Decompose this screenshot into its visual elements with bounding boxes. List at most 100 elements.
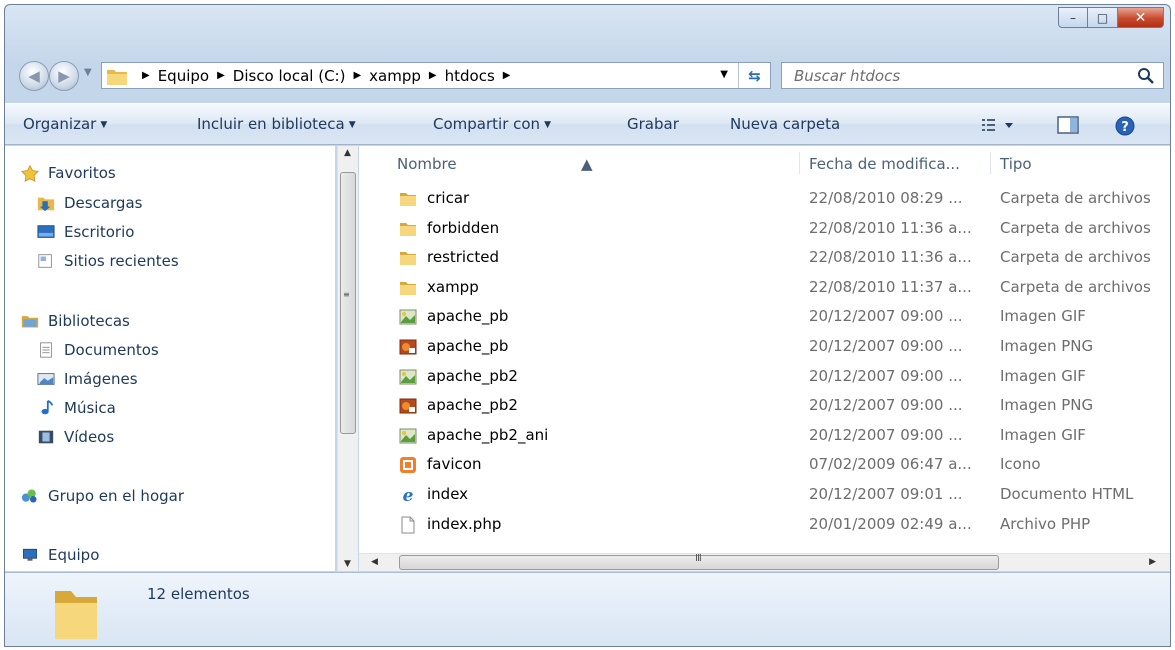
column-header-date[interactable]: Fecha de modifica... bbox=[809, 155, 960, 173]
command-bar: Organizar ▼ Incluir en biblioteca ▼ Compar… bbox=[5, 103, 1170, 145]
back-button[interactable]: ◀ bbox=[19, 61, 49, 91]
folder-icon bbox=[399, 249, 417, 267]
scroll-up-icon[interactable]: ▲ bbox=[344, 148, 351, 158]
file-row[interactable]: cricar 22/08/2010 08:29 ... Carpeta de arc… bbox=[359, 184, 1170, 213]
crumb-equipo[interactable]: Equipo bbox=[158, 67, 209, 85]
scroll-left-icon[interactable]: ◀ bbox=[371, 557, 378, 567]
folder-icon bbox=[55, 591, 97, 639]
nav-equipo[interactable]: Equipo bbox=[21, 546, 99, 564]
nav-label: Música bbox=[64, 399, 116, 417]
caption-buttons: – □ ✕ bbox=[1058, 7, 1164, 28]
scroll-down-icon[interactable]: ▼ bbox=[344, 559, 351, 569]
help-icon[interactable]: ? bbox=[1115, 116, 1135, 136]
file-row[interactable]: index.php 20/01/2009 02:49 a... Archivo PH… bbox=[359, 510, 1170, 539]
file-date: 07/02/2009 06:47 a... bbox=[809, 455, 972, 474]
file-row[interactable]: apache_pb 20/12/2007 09:00 ... Imagen GIF bbox=[359, 302, 1170, 331]
horizontal-scrollbar[interactable]: ◀ III ▶ bbox=[359, 553, 1170, 571]
nav-vertical-scrollbar[interactable]: ▲ ≡ ▼ bbox=[337, 146, 358, 571]
nav-label: Documentos bbox=[64, 341, 159, 359]
file-type: Icono bbox=[1000, 455, 1041, 474]
file-row[interactable]: apache_pb 20/12/2007 09:00 ... Imagen PNG bbox=[359, 332, 1170, 361]
address-dropdown-icon[interactable]: ▼ bbox=[720, 69, 728, 80]
nav-favoritos[interactable]: Favoritos bbox=[21, 164, 116, 182]
nav-musica[interactable]: Música bbox=[37, 399, 116, 417]
nav-escritorio[interactable]: Escritorio bbox=[37, 223, 134, 241]
recent-pages-dropdown[interactable]: ▼ bbox=[84, 67, 92, 78]
pictures-icon bbox=[37, 373, 55, 385]
file-type: Archivo PHP bbox=[1000, 514, 1091, 533]
forward-button[interactable]: ▶ bbox=[49, 61, 79, 91]
nav-label: Sitios recientes bbox=[64, 252, 179, 270]
new-folder-button[interactable]: Nueva carpeta bbox=[730, 115, 840, 133]
file-row[interactable]: restricted 22/08/2010 11:36 a... Carpeta d… bbox=[359, 243, 1170, 272]
scroll-thumb[interactable] bbox=[340, 172, 356, 434]
crumb-htdocs[interactable]: htdocs bbox=[445, 67, 495, 85]
crumb-xampp[interactable]: xampp bbox=[369, 67, 421, 85]
nav-label: Favoritos bbox=[48, 164, 116, 182]
file-name: apache_pb2_ani bbox=[427, 425, 549, 444]
column-header-type[interactable]: Tipo bbox=[1000, 155, 1032, 173]
file-type: Documento HTML bbox=[1000, 485, 1134, 503]
file-row[interactable]: apache_pb2 20/12/2007 09:00 ... Imagen PNG bbox=[359, 391, 1170, 420]
nav-grupo-hogar[interactable]: Grupo en el hogar bbox=[21, 487, 184, 505]
file-row[interactable]: apache_pb2 20/12/2007 09:00 ... Imagen GIF bbox=[359, 362, 1170, 391]
sort-ascending-icon: ▲ bbox=[581, 155, 593, 173]
file-name: apache_pb2 bbox=[427, 396, 518, 415]
nav-videos[interactable]: Vídeos bbox=[37, 428, 114, 446]
search-icon[interactable] bbox=[1137, 67, 1155, 85]
burn-button[interactable]: Grabar bbox=[627, 115, 679, 133]
scroll-right-icon[interactable]: ▶ bbox=[1149, 557, 1156, 567]
file-date: 20/12/2007 09:00 ... bbox=[809, 425, 963, 444]
file-row[interactable]: forbidden 22/08/2010 11:36 a... Carpeta de… bbox=[359, 214, 1170, 243]
include-library-button[interactable]: Incluir en biblioteca ▼ bbox=[197, 115, 356, 133]
file-date: 20/12/2007 09:00 ... bbox=[809, 366, 963, 385]
file-name: restricted bbox=[427, 248, 499, 267]
music-icon bbox=[41, 399, 54, 415]
nav-label: Bibliotecas bbox=[48, 312, 130, 330]
minimize-button[interactable]: – bbox=[1058, 7, 1088, 28]
file-type: Carpeta de archivos bbox=[1000, 248, 1151, 267]
file-name: cricar bbox=[427, 189, 470, 207]
search-input[interactable] bbox=[794, 66, 1114, 85]
svg-text:?: ? bbox=[1121, 120, 1129, 135]
nav-descargas[interactable]: Descargas bbox=[37, 194, 142, 212]
file-type: Imagen GIF bbox=[1000, 425, 1086, 444]
homegroup-icon bbox=[21, 489, 37, 503]
nav-sitios-recientes[interactable]: Sitios recientes bbox=[37, 252, 179, 270]
file-date: 22/08/2010 08:29 ... bbox=[809, 189, 963, 207]
column-header-name[interactable]: Nombre bbox=[397, 155, 457, 173]
search-box bbox=[781, 62, 1164, 89]
file-date: 20/12/2007 09:01 ... bbox=[809, 485, 963, 503]
file-date: 22/08/2010 11:37 a... bbox=[809, 277, 972, 296]
star-icon bbox=[21, 164, 39, 182]
svg-text:e: e bbox=[403, 486, 414, 504]
view-options-icon[interactable] bbox=[981, 116, 1017, 134]
file-row[interactable]: xampp 22/08/2010 11:37 a... Carpeta de arc… bbox=[359, 273, 1170, 302]
horizontal-scroll-thumb[interactable]: III bbox=[399, 553, 999, 570]
crumb-disco-local[interactable]: Disco local (C:) bbox=[233, 67, 346, 85]
refresh-button[interactable]: ⇆ bbox=[738, 63, 770, 88]
file-name: xampp bbox=[427, 277, 479, 296]
breadcrumb: ▶ Equipo ▶ Disco local (C:) ▶ xampp ▶ ht… bbox=[142, 66, 511, 85]
nav-documentos[interactable]: Documentos bbox=[37, 341, 159, 359]
preview-pane-icon[interactable] bbox=[1057, 116, 1079, 134]
share-with-button[interactable]: Compartir con ▼ bbox=[433, 115, 551, 133]
computer-icon bbox=[23, 548, 37, 561]
organize-button[interactable]: Organizar ▼ bbox=[23, 115, 107, 133]
file-row[interactable]: favicon 07/02/2009 06:47 a... Icono bbox=[359, 450, 1170, 479]
file-type: Imagen GIF bbox=[1000, 366, 1086, 385]
file-list: Nombre ▲ Fecha de modifica... Tipo crica… bbox=[359, 146, 1170, 571]
file-row[interactable]: apache_pb2_ani 20/12/2007 09:00 ... Imagen… bbox=[359, 421, 1170, 450]
nav-label: Descargas bbox=[64, 194, 143, 212]
maximize-button[interactable]: □ bbox=[1088, 7, 1118, 28]
close-button[interactable]: ✕ bbox=[1118, 7, 1164, 28]
file-type: Imagen PNG bbox=[1000, 337, 1094, 355]
nav-bibliotecas[interactable]: Bibliotecas bbox=[21, 312, 130, 330]
nav-imagenes[interactable]: Imágenes bbox=[37, 370, 138, 388]
documents-icon bbox=[40, 342, 52, 358]
file-type: Imagen GIF bbox=[1000, 307, 1086, 326]
file-name: forbidden bbox=[427, 218, 500, 237]
address-bar[interactable]: ▶ Equipo ▶ Disco local (C:) ▶ xampp ▶ ht… bbox=[101, 62, 771, 89]
folder-icon bbox=[399, 190, 417, 208]
file-row[interactable]: e index 20/12/2007 09:01 ... Documento HTML bbox=[359, 480, 1170, 509]
